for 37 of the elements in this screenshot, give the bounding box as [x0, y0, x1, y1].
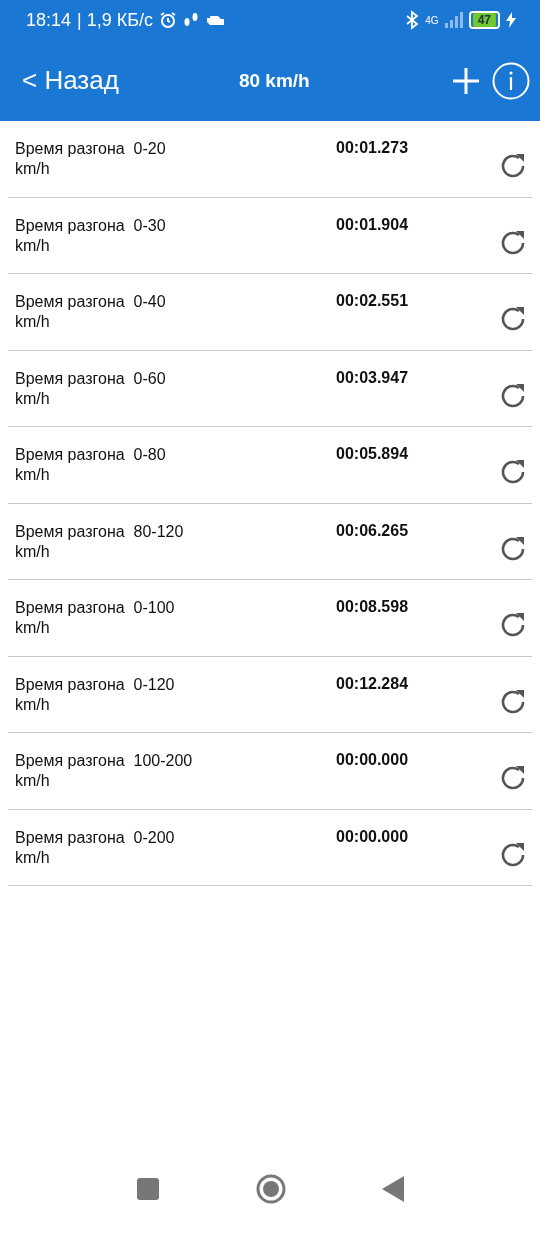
acceleration-time: 00:01.904 [336, 215, 409, 234]
acceleration-label: Время разгона 0-120 km/h [15, 674, 176, 715]
acceleration-time: 00:06.265 [336, 521, 409, 540]
charging-icon [506, 12, 516, 28]
acceleration-label: Время разгона 0-40 km/h [15, 292, 167, 332]
acceleration-time: 00:03.947 [336, 368, 409, 387]
network-type: 4G [425, 14, 439, 26]
acceleration-time: 00:08.598 [336, 598, 409, 616]
add-button[interactable] [452, 66, 480, 95]
status-speed: | 1,9 КБ/с [77, 9, 154, 31]
acceleration-time: 00:01.273 [336, 139, 409, 157]
acceleration-time: 00:12.284 [336, 674, 409, 693]
acceleration-time: 00:05.894 [336, 445, 409, 463]
acceleration-label: Время разгона 80-120 km/h [15, 521, 185, 562]
acceleration-label: Время разгона 0-20 km/h [15, 139, 167, 179]
acceleration-label: Время разгона 0-30 km/h [15, 215, 167, 256]
acceleration-time: 00:00.000 [336, 751, 409, 769]
back-button[interactable] [382, 1176, 404, 1202]
engine-icon [205, 13, 226, 27]
acceleration-label: Время разгона 0-200 km/h [15, 827, 176, 868]
acceleration-time: 00:00.000 [336, 827, 409, 846]
acceleration-label: Время разгона 0-100 km/h [15, 598, 176, 638]
status-time: 18:14 [26, 9, 72, 31]
acceleration-label: Время разгона 0-80 km/h [15, 445, 167, 485]
battery-indicator: 47 [468, 11, 500, 29]
footprints-icon [183, 11, 200, 29]
acceleration-label: Время разгона 100-200 km/h [15, 751, 194, 791]
info-button[interactable] [492, 61, 530, 100]
home-button[interactable] [256, 1174, 286, 1204]
signal-icon [444, 12, 463, 28]
bluetooth-icon [405, 10, 420, 30]
alarm-icon [159, 11, 178, 29]
acceleration-time: 00:02.551 [336, 292, 409, 310]
recents-button[interactable] [136, 1177, 160, 1201]
acceleration-label: Время разгона 0-60 km/h [15, 368, 167, 409]
back-link[interactable]: < Назад [22, 65, 119, 96]
screen-title: 80 km/h [238, 69, 310, 92]
